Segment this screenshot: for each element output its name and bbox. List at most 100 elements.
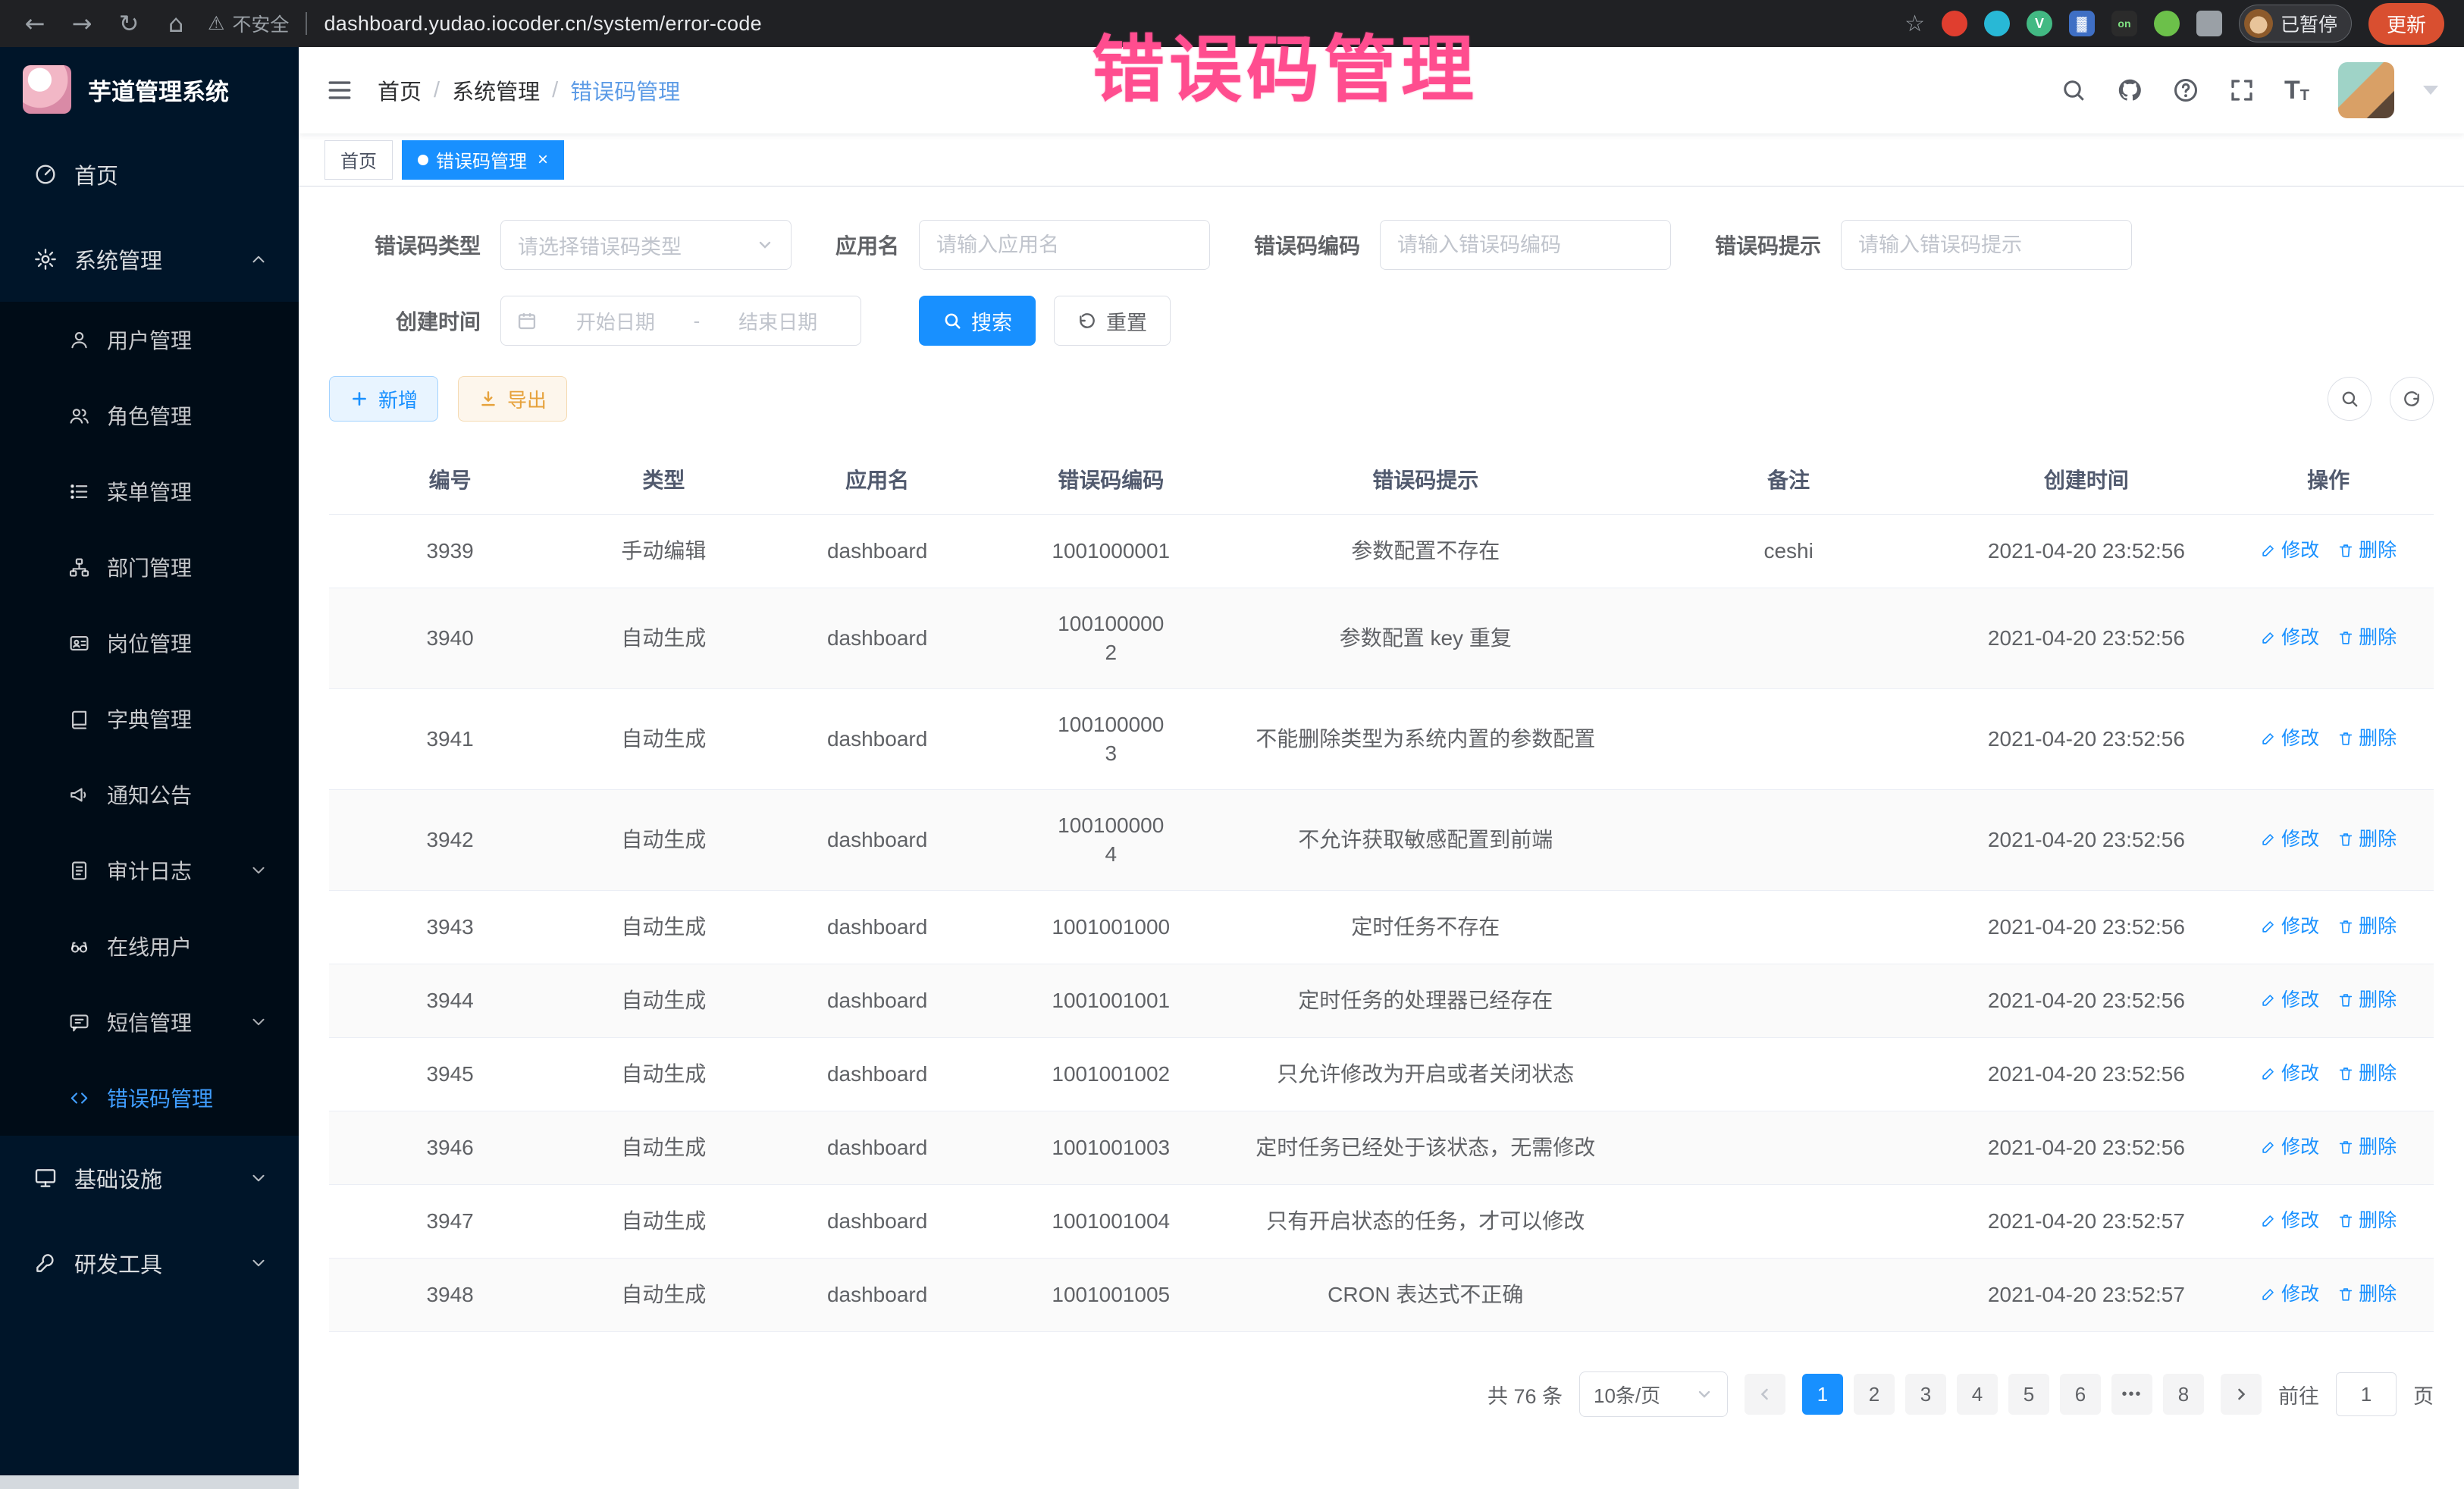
cell-id: 3946 xyxy=(329,1111,571,1185)
cell-app: dashboard xyxy=(757,588,998,689)
error-type-select[interactable]: 请选择错误码类型 xyxy=(500,220,792,270)
page-button[interactable]: 6 xyxy=(2060,1374,2101,1415)
breadcrumb-system[interactable]: 系统管理 xyxy=(452,74,540,106)
table-row: 3948自动生成dashboard1001001005CRON 表达式不正确20… xyxy=(329,1259,2434,1332)
edit-button[interactable]: 修改 xyxy=(2260,1280,2319,1309)
extension-icon[interactable] xyxy=(1942,11,1967,36)
user-avatar[interactable] xyxy=(2338,62,2394,118)
page-button[interactable]: 1 xyxy=(1802,1374,1843,1415)
edit-button[interactable]: 修改 xyxy=(2260,1206,2319,1235)
address-bar[interactable]: dashboard.yudao.iocoder.cn/system/error-… xyxy=(324,12,762,36)
toggle-search-button[interactable] xyxy=(2328,377,2372,421)
cell-operations: 修改删除 xyxy=(2223,1259,2434,1332)
reload-icon[interactable]: ↻ xyxy=(114,9,144,38)
error-code-input[interactable] xyxy=(1380,220,1671,270)
prev-page-button[interactable] xyxy=(1745,1374,1785,1415)
page-button[interactable]: 4 xyxy=(1957,1374,1998,1415)
add-button[interactable]: 新增 xyxy=(329,376,438,422)
sidebar-item-menu[interactable]: 菜单管理 xyxy=(0,453,299,529)
sidebar-item-home[interactable]: 首页 xyxy=(0,132,299,217)
sidebar-item-dept[interactable]: 部门管理 xyxy=(0,529,299,605)
delete-button-label: 删除 xyxy=(2359,1059,2397,1088)
edit-button[interactable]: 修改 xyxy=(2260,1133,2319,1161)
fullscreen-icon[interactable] xyxy=(2228,77,2256,104)
back-icon[interactable]: ← xyxy=(20,9,50,38)
edit-button-label: 修改 xyxy=(2281,912,2319,941)
sidebar-item-post[interactable]: 岗位管理 xyxy=(0,605,299,681)
edit-button[interactable]: 修改 xyxy=(2260,724,2319,753)
cell-operations: 修改删除 xyxy=(2223,515,2434,588)
sidebar-item-infra[interactable]: 基础设施 xyxy=(0,1136,299,1221)
extension-icon[interactable]: on xyxy=(2111,11,2137,36)
sidebar-item-error-code[interactable]: 错误码管理 xyxy=(0,1060,299,1136)
help-icon[interactable] xyxy=(2172,77,2199,104)
refresh-table-button[interactable] xyxy=(2390,377,2434,421)
hamburger-icon[interactable] xyxy=(324,77,355,103)
edit-icon xyxy=(2260,1065,2277,1082)
export-button[interactable]: 导出 xyxy=(458,376,567,422)
extensions-puzzle-icon[interactable] xyxy=(2196,11,2222,36)
edit-button[interactable]: 修改 xyxy=(2260,536,2319,565)
sidebar-item-online-user[interactable]: 在线用户 xyxy=(0,908,299,984)
delete-button[interactable]: 删除 xyxy=(2337,825,2397,854)
sidebar-item-audit-log[interactable]: 审计日志 xyxy=(0,832,299,908)
goto-page-input[interactable] xyxy=(2336,1372,2397,1416)
browser-profile-chip[interactable]: 已暂停 xyxy=(2239,5,2352,42)
close-icon[interactable]: × xyxy=(538,149,548,171)
delete-button[interactable]: 删除 xyxy=(2337,912,2397,941)
next-page-button[interactable] xyxy=(2221,1374,2262,1415)
app-logo-row[interactable]: 芋道管理系统 xyxy=(0,47,299,132)
tab-home[interactable]: 首页 xyxy=(324,140,393,180)
security-indicator[interactable]: ⚠ 不安全 xyxy=(208,10,289,37)
edit-button[interactable]: 修改 xyxy=(2260,912,2319,941)
github-icon[interactable] xyxy=(2116,77,2143,104)
page-button[interactable]: 8 xyxy=(2163,1374,2204,1415)
font-size-icon[interactable]: TT xyxy=(2284,77,2309,103)
error-hint-input[interactable] xyxy=(1841,220,2132,270)
sidebar-item-user[interactable]: 用户管理 xyxy=(0,302,299,378)
reset-button[interactable]: 重置 xyxy=(1054,296,1171,346)
page-button[interactable]: 5 xyxy=(2008,1374,2049,1415)
delete-button[interactable]: 删除 xyxy=(2337,1133,2397,1161)
extension-icon[interactable] xyxy=(2154,11,2180,36)
page-button[interactable]: 3 xyxy=(1905,1374,1946,1415)
date-range-picker[interactable]: 开始日期 - 结束日期 xyxy=(500,296,861,346)
vue-devtools-icon[interactable]: V xyxy=(2027,11,2052,36)
forward-icon[interactable]: → xyxy=(67,9,97,38)
edit-button[interactable]: 修改 xyxy=(2260,825,2319,854)
sidebar-item-notice[interactable]: 通知公告 xyxy=(0,757,299,832)
delete-button[interactable]: 删除 xyxy=(2337,986,2397,1014)
sidebar-item-dev-tools[interactable]: 研发工具 xyxy=(0,1221,299,1306)
home-icon[interactable]: ⌂ xyxy=(161,9,191,38)
page-size-select[interactable]: 10条/页 xyxy=(1579,1371,1728,1417)
breadcrumb-home[interactable]: 首页 xyxy=(378,74,422,106)
edit-button[interactable]: 修改 xyxy=(2260,1059,2319,1088)
extension-icon[interactable] xyxy=(1984,11,2010,36)
browser-update-button[interactable]: 更新 xyxy=(2368,3,2444,45)
tab-error-code[interactable]: 错误码管理 × xyxy=(402,140,564,180)
total-count: 共 76 条 xyxy=(1487,1380,1563,1409)
page-ellipsis[interactable]: ••• xyxy=(2111,1374,2152,1415)
chevron-up-icon xyxy=(249,249,268,269)
sidebar-item-sms[interactable]: 短信管理 xyxy=(0,984,299,1060)
chevron-down-icon[interactable] xyxy=(2423,86,2438,95)
app-name-input[interactable] xyxy=(919,220,1210,270)
delete-button[interactable]: 删除 xyxy=(2337,1059,2397,1088)
delete-button[interactable]: 删除 xyxy=(2337,536,2397,565)
edit-button[interactable]: 修改 xyxy=(2260,986,2319,1014)
delete-button[interactable]: 删除 xyxy=(2337,623,2397,652)
search-icon[interactable] xyxy=(2060,77,2087,104)
sidebar-item-system[interactable]: 系统管理 xyxy=(0,217,299,302)
delete-button[interactable]: 删除 xyxy=(2337,724,2397,753)
sidebar-item-dict[interactable]: 字典管理 xyxy=(0,681,299,757)
sidebar-item-role[interactable]: 角色管理 xyxy=(0,378,299,453)
search-button[interactable]: 搜索 xyxy=(919,296,1036,346)
delete-button[interactable]: 删除 xyxy=(2337,1280,2397,1309)
page-button[interactable]: 2 xyxy=(1854,1374,1895,1415)
edit-button[interactable]: 修改 xyxy=(2260,623,2319,652)
extension-icon[interactable]: ▓ xyxy=(2069,11,2095,36)
cell-operations: 修改删除 xyxy=(2223,790,2434,891)
delete-button[interactable]: 删除 xyxy=(2337,1206,2397,1235)
table-body: 3939手动编辑dashboard1001000001参数配置不存在ceshi2… xyxy=(329,515,2434,1332)
bookmark-star-icon[interactable]: ☆ xyxy=(1904,11,1925,37)
